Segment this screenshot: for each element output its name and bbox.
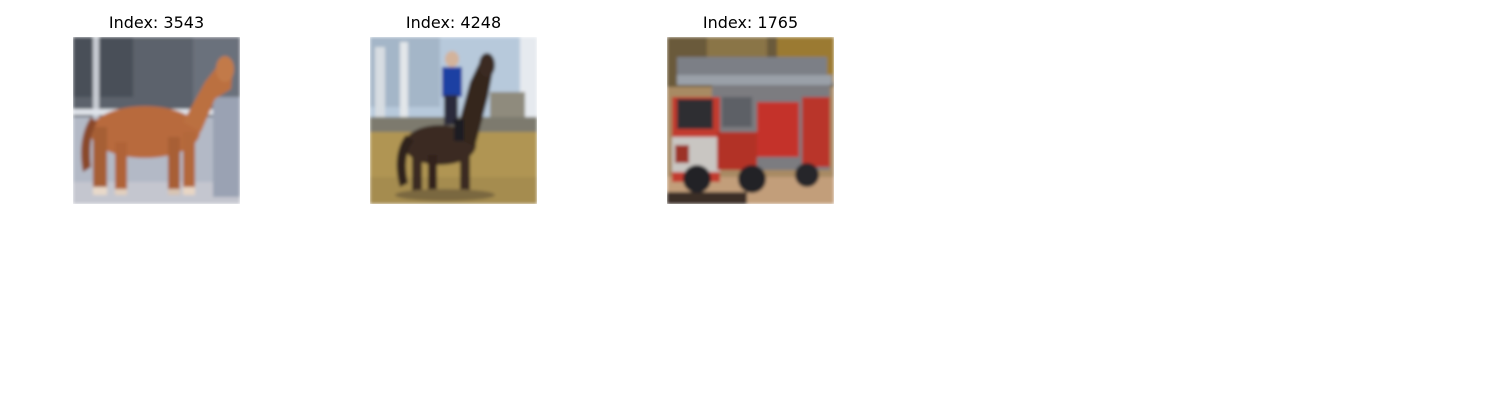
image-panel: Index: 1765 xyxy=(667,12,834,204)
panel-title: Index: 3543 xyxy=(108,13,205,32)
image-panel: Index: 4248 xyxy=(370,12,537,204)
horse-image xyxy=(73,37,240,204)
panel-title: Index: 4248 xyxy=(405,13,502,32)
fire-truck-image xyxy=(667,37,834,204)
rider-on-horse-image xyxy=(370,37,537,204)
image-panel: Index: 3543 xyxy=(73,12,240,204)
panel-title: Index: 1765 xyxy=(702,13,799,32)
